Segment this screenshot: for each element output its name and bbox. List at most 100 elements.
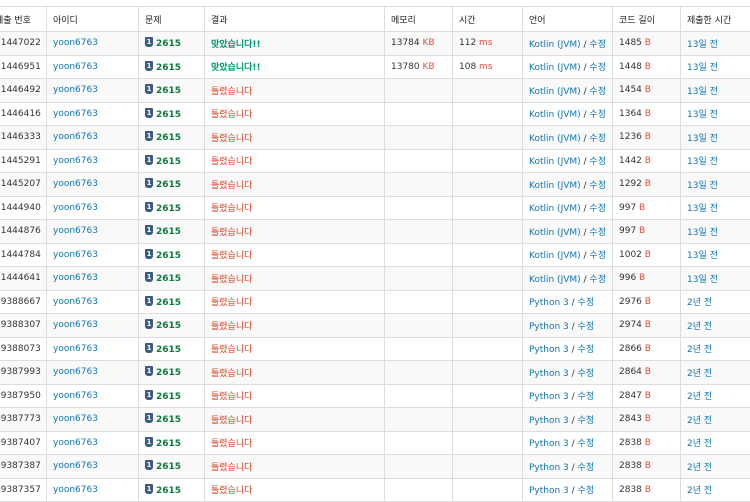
language-link[interactable]: Kotlin (JVM) [529,157,581,167]
problem-link[interactable]: 2615 [156,462,181,472]
edit-link[interactable]: 수정 [578,486,595,496]
problem-link[interactable]: 2615 [156,415,181,425]
language-link[interactable]: Python 3 [529,439,569,449]
edit-link[interactable]: 수정 [589,110,606,120]
language-link[interactable]: Python 3 [529,463,569,473]
problem-link[interactable]: 2615 [156,39,181,49]
user-link[interactable]: yoon6763 [53,226,98,236]
problem-link[interactable]: 2615 [156,368,181,378]
user-link[interactable]: yoon6763 [53,109,98,119]
edit-link[interactable]: 수정 [578,345,595,355]
language-link[interactable]: Kotlin (JVM) [529,134,581,144]
user-link[interactable]: yoon6763 [53,461,98,471]
user-link[interactable]: yoon6763 [53,62,98,72]
user-link[interactable]: yoon6763 [53,85,98,95]
edit-link[interactable]: 수정 [578,298,595,308]
user-link[interactable]: yoon6763 [53,250,98,260]
language-link[interactable]: Python 3 [529,416,569,426]
problem-link[interactable]: 2615 [156,439,181,449]
user-link[interactable]: yoon6763 [53,297,98,307]
language-link[interactable]: Python 3 [529,369,569,379]
language-link[interactable]: Python 3 [529,486,569,496]
language-link[interactable]: Python 3 [529,298,569,308]
language-link[interactable]: Kotlin (JVM) [529,181,581,191]
user-link[interactable]: yoon6763 [53,320,98,330]
problem-link[interactable]: 2615 [156,86,181,96]
user-link[interactable]: yoon6763 [53,414,98,424]
user-link[interactable]: yoon6763 [53,203,98,213]
submitted-at-link[interactable]: 13일 전 [687,110,718,120]
user-link[interactable]: yoon6763 [53,485,98,495]
user-link[interactable]: yoon6763 [53,344,98,354]
user-link[interactable]: yoon6763 [53,438,98,448]
problem-link[interactable]: 2615 [156,251,181,261]
edit-link[interactable]: 수정 [589,251,606,261]
problem-link[interactable]: 2615 [156,157,181,167]
problem-link[interactable]: 2615 [156,392,181,402]
submitted-at-link[interactable]: 13일 전 [687,275,718,285]
language-link[interactable]: Kotlin (JVM) [529,40,581,50]
edit-link[interactable]: 수정 [589,181,606,191]
language-link[interactable]: Kotlin (JVM) [529,251,581,261]
submitted-at-link[interactable]: 2년 전 [687,345,712,355]
submitted-at-link[interactable]: 13일 전 [687,204,718,214]
edit-link[interactable]: 수정 [578,439,595,449]
edit-link[interactable]: 수정 [578,416,595,426]
problem-link[interactable]: 2615 [156,180,181,190]
problem-link[interactable]: 2615 [156,63,181,73]
problem-link[interactable]: 2615 [156,274,181,284]
user-link[interactable]: yoon6763 [53,179,98,189]
user-link[interactable]: yoon6763 [53,273,98,283]
problem-link[interactable]: 2615 [156,204,181,214]
submitted-at-link[interactable]: 2년 전 [687,463,712,473]
language-link[interactable]: Kotlin (JVM) [529,87,581,97]
language-link[interactable]: Python 3 [529,392,569,402]
submitted-at-link[interactable]: 2년 전 [687,486,712,496]
edit-link[interactable]: 수정 [589,87,606,97]
submitted-at-link[interactable]: 13일 전 [687,134,718,144]
submitted-at-link[interactable]: 13일 전 [687,40,718,50]
user-link[interactable]: yoon6763 [53,367,98,377]
problem-link[interactable]: 2615 [156,345,181,355]
submitted-at-link[interactable]: 2년 전 [687,392,712,402]
submitted-at-link[interactable]: 2년 전 [687,439,712,449]
problem-link[interactable]: 2615 [156,298,181,308]
user-link[interactable]: yoon6763 [53,391,98,401]
edit-link[interactable]: 수정 [589,157,606,167]
submitted-at-link[interactable]: 13일 전 [687,181,718,191]
submitted-at-link[interactable]: 13일 전 [687,228,718,238]
edit-link[interactable]: 수정 [578,463,595,473]
submitted-at-link[interactable]: 13일 전 [687,157,718,167]
submitted-at-link[interactable]: 2년 전 [687,322,712,332]
edit-link[interactable]: 수정 [589,134,606,144]
submitted-at-link[interactable]: 13일 전 [687,87,718,97]
language-link[interactable]: Python 3 [529,322,569,332]
problem-link[interactable]: 2615 [156,110,181,120]
edit-link[interactable]: 수정 [589,228,606,238]
submitted-at-link[interactable]: 13일 전 [687,63,718,73]
edit-link[interactable]: 수정 [589,275,606,285]
edit-link[interactable]: 수정 [589,204,606,214]
problem-link[interactable]: 2615 [156,321,181,331]
language-link[interactable]: Kotlin (JVM) [529,110,581,120]
problem-link[interactable]: 2615 [156,486,181,496]
edit-link[interactable]: 수정 [589,40,606,50]
language-link[interactable]: Kotlin (JVM) [529,63,581,73]
edit-link[interactable]: 수정 [578,322,595,332]
edit-link[interactable]: 수정 [578,369,595,379]
submitted-at-link[interactable]: 2년 전 [687,416,712,426]
submitted-at-link[interactable]: 2년 전 [687,369,712,379]
language-link[interactable]: Python 3 [529,345,569,355]
user-link[interactable]: yoon6763 [53,38,98,48]
problem-link[interactable]: 2615 [156,227,181,237]
submitted-at-link[interactable]: 13일 전 [687,251,718,261]
user-link[interactable]: yoon6763 [53,132,98,142]
submitted-at-link[interactable]: 2년 전 [687,298,712,308]
problem-link[interactable]: 2615 [156,133,181,143]
language-link[interactable]: Kotlin (JVM) [529,228,581,238]
language-link[interactable]: Kotlin (JVM) [529,204,581,214]
user-link[interactable]: yoon6763 [53,156,98,166]
edit-link[interactable]: 수정 [578,392,595,402]
language-link[interactable]: Kotlin (JVM) [529,275,581,285]
edit-link[interactable]: 수정 [589,63,606,73]
